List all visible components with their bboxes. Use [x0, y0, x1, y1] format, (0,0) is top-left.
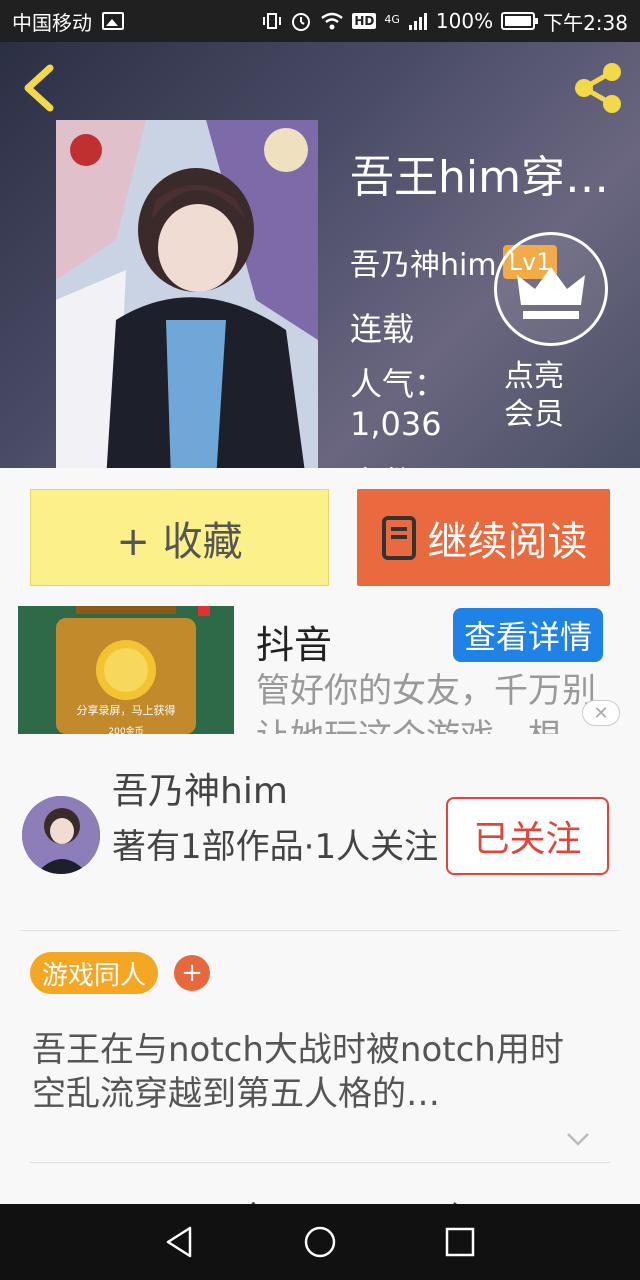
author-section: 吾乃神him 著有1部作品·1人关注 已关注 游戏同人 + 吾王在与notch大… — [0, 734, 640, 1240]
book-title: 吾王him穿… — [350, 152, 609, 203]
divider — [30, 1162, 610, 1163]
vibrate-icon — [263, 13, 282, 29]
signal-icon — [408, 13, 427, 30]
ad-banner[interactable]: 分享录屏，马上获得 200金币 抖音 查看详情 管好你的女友，千万别让她玩这个游… — [0, 604, 640, 734]
book-header: 吾王him穿… 吾乃神him Lv1 连载 人气：1,036 字数 点亮会员 — [0, 42, 640, 468]
back-arrow-icon[interactable] — [18, 62, 62, 114]
battery-icon — [501, 12, 539, 30]
close-icon[interactable]: ✕ — [582, 700, 620, 726]
ad-image-caption: 分享录屏，马上获得 — [76, 704, 176, 717]
avatar[interactable] — [22, 796, 100, 874]
back-triangle-icon[interactable] — [163, 1225, 197, 1259]
clock: 下午2:38 — [543, 10, 628, 35]
continue-reading-label: 继续阅读 — [427, 518, 588, 565]
book-author[interactable]: 吾乃神him — [350, 240, 497, 284]
author-name[interactable]: 吾乃神him — [112, 762, 288, 814]
recents-square-icon[interactable] — [443, 1225, 477, 1259]
cover-illustration — [56, 120, 318, 468]
wifi-icon — [321, 12, 344, 30]
add-tag-button[interactable]: + — [174, 955, 210, 991]
book-cover[interactable] — [56, 120, 318, 468]
vip-crown-icon[interactable] — [494, 232, 608, 346]
image-notification-icon — [102, 12, 124, 30]
word-count: 字数 — [350, 458, 414, 468]
carrier-label: 中国移动 — [12, 10, 92, 35]
popularity: 人气：1,036 — [350, 365, 447, 443]
continue-reading-button[interactable]: 继续阅读 — [357, 489, 610, 586]
system-nav-bar — [0, 1204, 640, 1280]
favorite-button[interactable]: + 收藏 — [30, 489, 329, 586]
genre-tag[interactable]: 游戏同人 — [30, 952, 159, 994]
follow-button[interactable]: 已关注 — [446, 797, 609, 875]
ad-details-button[interactable]: 查看详情 — [453, 608, 603, 662]
share-icon[interactable] — [570, 60, 626, 116]
vip-label[interactable]: 点亮会员 — [504, 358, 584, 434]
favorite-label: + 收藏 — [116, 518, 243, 565]
status-bar: 中国移动 HD 4G 100% 下午2:38 — [0, 0, 640, 42]
ad-image-subcaption: 200金币 — [108, 727, 144, 734]
author-meta: 著有1部作品·1人关注 — [112, 827, 439, 867]
ad-image[interactable]: 分享录屏，马上获得 200金币 — [18, 606, 234, 734]
hd-icon: HD — [352, 13, 377, 29]
network-type: 4G — [384, 12, 400, 26]
chevron-down-icon[interactable] — [566, 1132, 590, 1146]
serial-status: 连载 — [350, 310, 415, 348]
home-circle-icon[interactable] — [303, 1225, 337, 1259]
ad-description: 管好你的女友，千万别让她玩这个游戏，根 — [256, 671, 596, 734]
book-icon — [381, 515, 416, 560]
synopsis: 吾王在与notch大战时被notch用时空乱流穿越到第五人格的… — [32, 1030, 564, 1114]
ad-title: 抖音 — [256, 623, 333, 667]
alarm-icon — [292, 13, 311, 31]
battery-percent: 100% — [435, 9, 494, 33]
divider — [20, 930, 620, 931]
